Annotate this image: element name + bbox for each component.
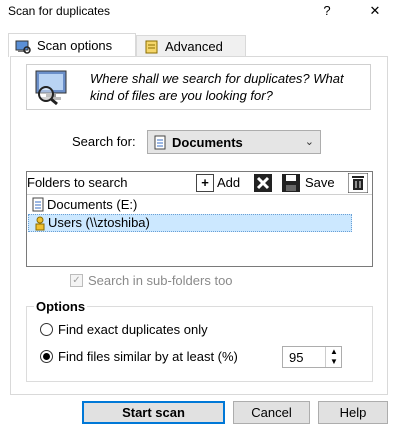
save-button-label[interactable]: Save bbox=[305, 175, 335, 190]
subfolders-checkbox[interactable]: ✓ bbox=[70, 274, 83, 287]
computer-search-icon bbox=[32, 68, 74, 109]
folder-row-users[interactable]: Users (\\ztoshiba) bbox=[28, 214, 352, 232]
options-title: Options bbox=[34, 299, 88, 314]
add-icon[interactable]: + bbox=[196, 174, 214, 192]
chevron-down-icon: ⌄ bbox=[304, 136, 314, 148]
spinner-up-icon[interactable]: ▲ bbox=[325, 347, 342, 357]
tab-scan-options[interactable]: Scan options bbox=[8, 33, 136, 57]
document-icon bbox=[154, 135, 166, 153]
info-text: Where shall we search for duplicates? Wh… bbox=[90, 71, 344, 103]
search-for-value: Documents bbox=[172, 135, 243, 150]
subfolders-label: Search in sub-folders too bbox=[88, 273, 233, 288]
add-button-label[interactable]: Add bbox=[217, 175, 240, 190]
similarity-spinner[interactable]: 95 ▲ ▼ bbox=[282, 346, 342, 368]
folders-title: Folders to search bbox=[27, 175, 128, 190]
tab-advanced-label: Advanced bbox=[165, 39, 223, 54]
user-folder-icon bbox=[33, 216, 47, 236]
similar-files-radio[interactable] bbox=[40, 350, 53, 363]
tab-advanced[interactable]: Advanced bbox=[136, 35, 246, 57]
close-button[interactable]: ✕ bbox=[364, 2, 386, 20]
folder-row-documents[interactable]: Documents (E:) bbox=[28, 196, 352, 214]
start-scan-button[interactable]: Start scan bbox=[82, 401, 225, 424]
exact-duplicates-label: Find exact duplicates only bbox=[58, 322, 208, 337]
cancel-button[interactable]: Cancel bbox=[233, 401, 310, 424]
window-title: Scan for duplicates bbox=[8, 4, 111, 18]
remove-icon[interactable] bbox=[254, 174, 272, 195]
spinner-down-icon[interactable]: ▼ bbox=[325, 357, 342, 367]
search-for-select[interactable]: Documents ⌄ bbox=[147, 130, 321, 154]
exact-duplicates-radio[interactable] bbox=[40, 323, 53, 336]
tab-scan-options-label: Scan options bbox=[37, 38, 113, 53]
similar-files-label: Find files similar by at least (%) bbox=[58, 349, 238, 364]
folder-label-documents: Documents (E:) bbox=[47, 197, 138, 212]
help-button[interactable]: Help bbox=[318, 401, 388, 424]
folder-label-users: Users (\\ztoshiba) bbox=[48, 215, 150, 230]
trash-icon[interactable] bbox=[347, 172, 369, 196]
options-group bbox=[26, 306, 373, 382]
help-title-button[interactable]: ? bbox=[316, 2, 338, 20]
save-icon[interactable] bbox=[282, 174, 300, 195]
search-for-label: Search for: bbox=[72, 134, 136, 149]
similarity-value: 95 bbox=[289, 350, 304, 365]
